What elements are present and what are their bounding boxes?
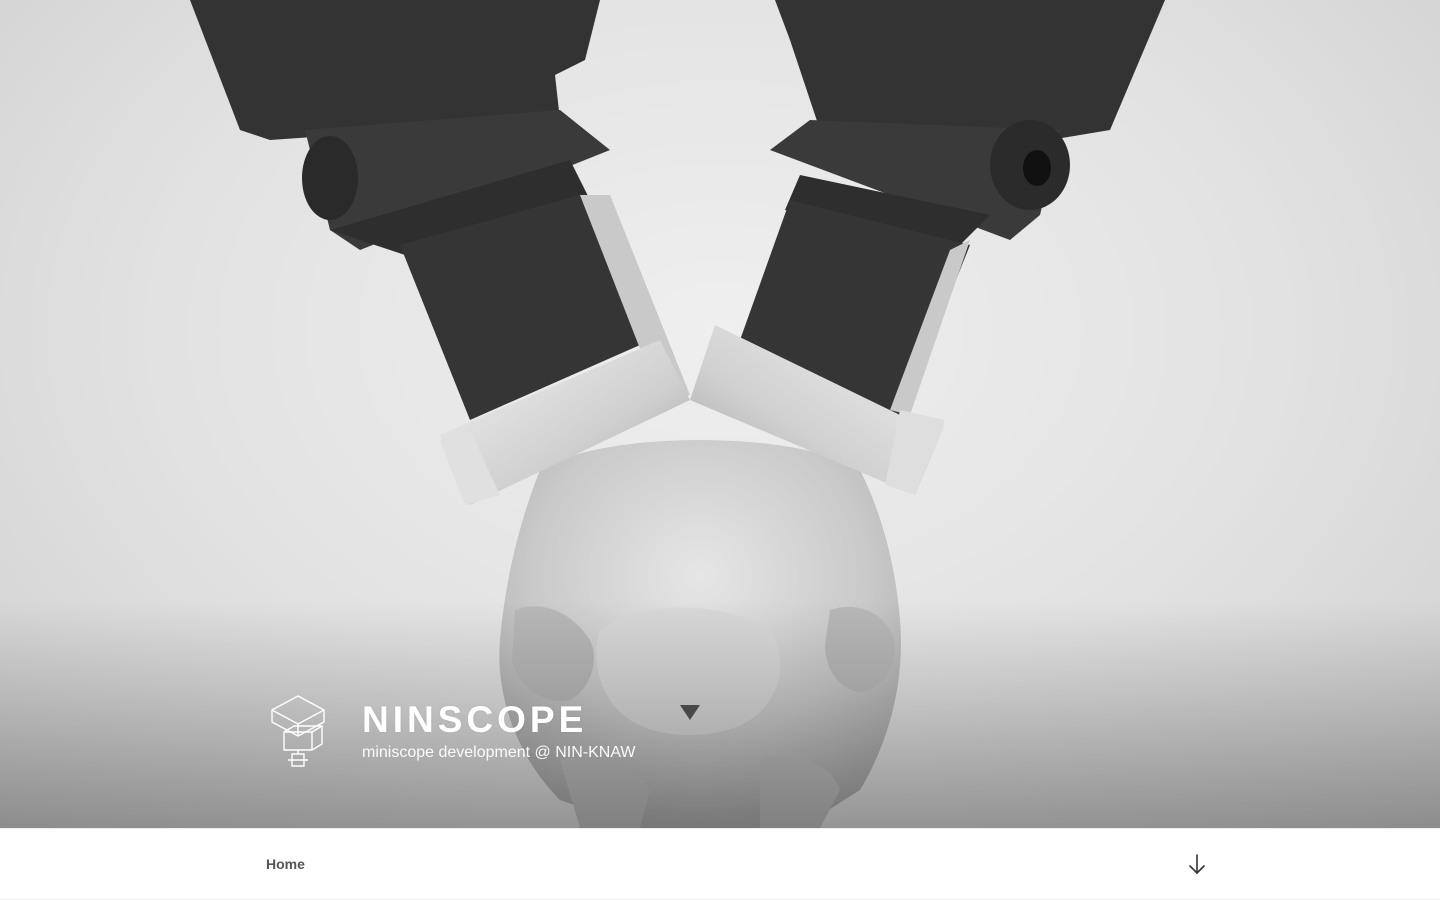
right-miniscope-arm — [690, 0, 1165, 495]
left-miniscope-arm — [190, 0, 690, 505]
hero-shade-overlay — [0, 600, 1440, 828]
site-title[interactable]: NINSCOPE — [362, 698, 636, 742]
arrow-down-icon — [1189, 854, 1205, 874]
site-text-block: NINSCOPE miniscope development @ NIN-KNA… — [362, 698, 636, 764]
main-navigation: Home — [0, 828, 1440, 900]
header-hero: NINSCOPE miniscope development @ NIN-KNA… — [0, 0, 1440, 828]
site-branding: NINSCOPE miniscope development @ NIN-KNA… — [266, 692, 636, 776]
scroll-down-button[interactable] — [1184, 851, 1210, 877]
site-description: miniscope development @ NIN-KNAW — [362, 744, 636, 761]
site-logo-icon[interactable] — [266, 692, 330, 772]
nav-item-home[interactable]: Home — [266, 856, 305, 872]
